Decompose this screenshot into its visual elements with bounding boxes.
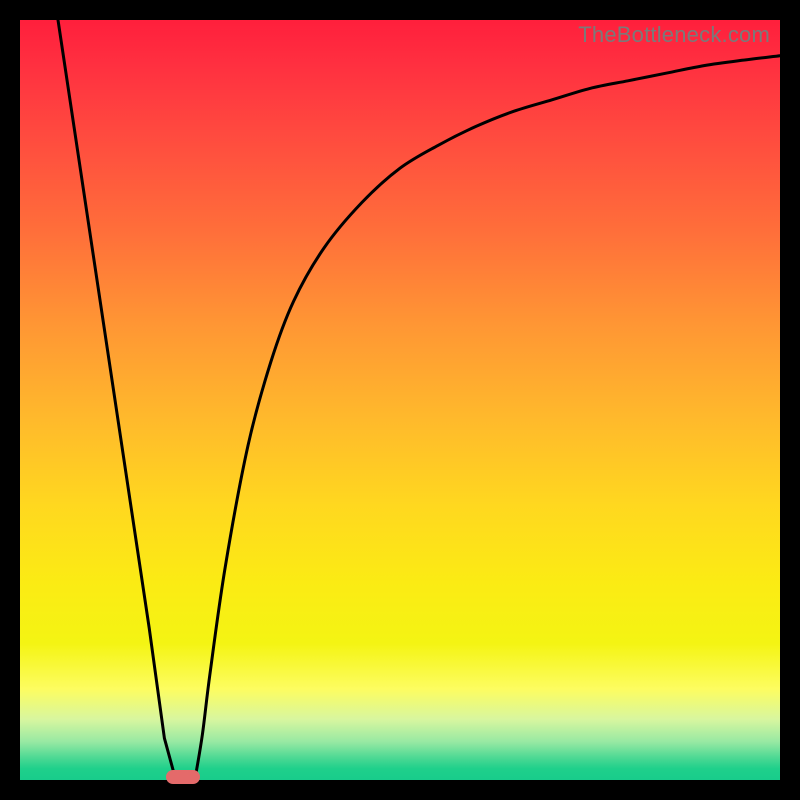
bottleneck-curve — [58, 20, 780, 780]
curve-svg — [20, 20, 780, 780]
plot-area: TheBottleneck.com — [20, 20, 780, 780]
chart-frame: TheBottleneck.com — [0, 0, 800, 800]
optimum-marker — [166, 770, 200, 784]
